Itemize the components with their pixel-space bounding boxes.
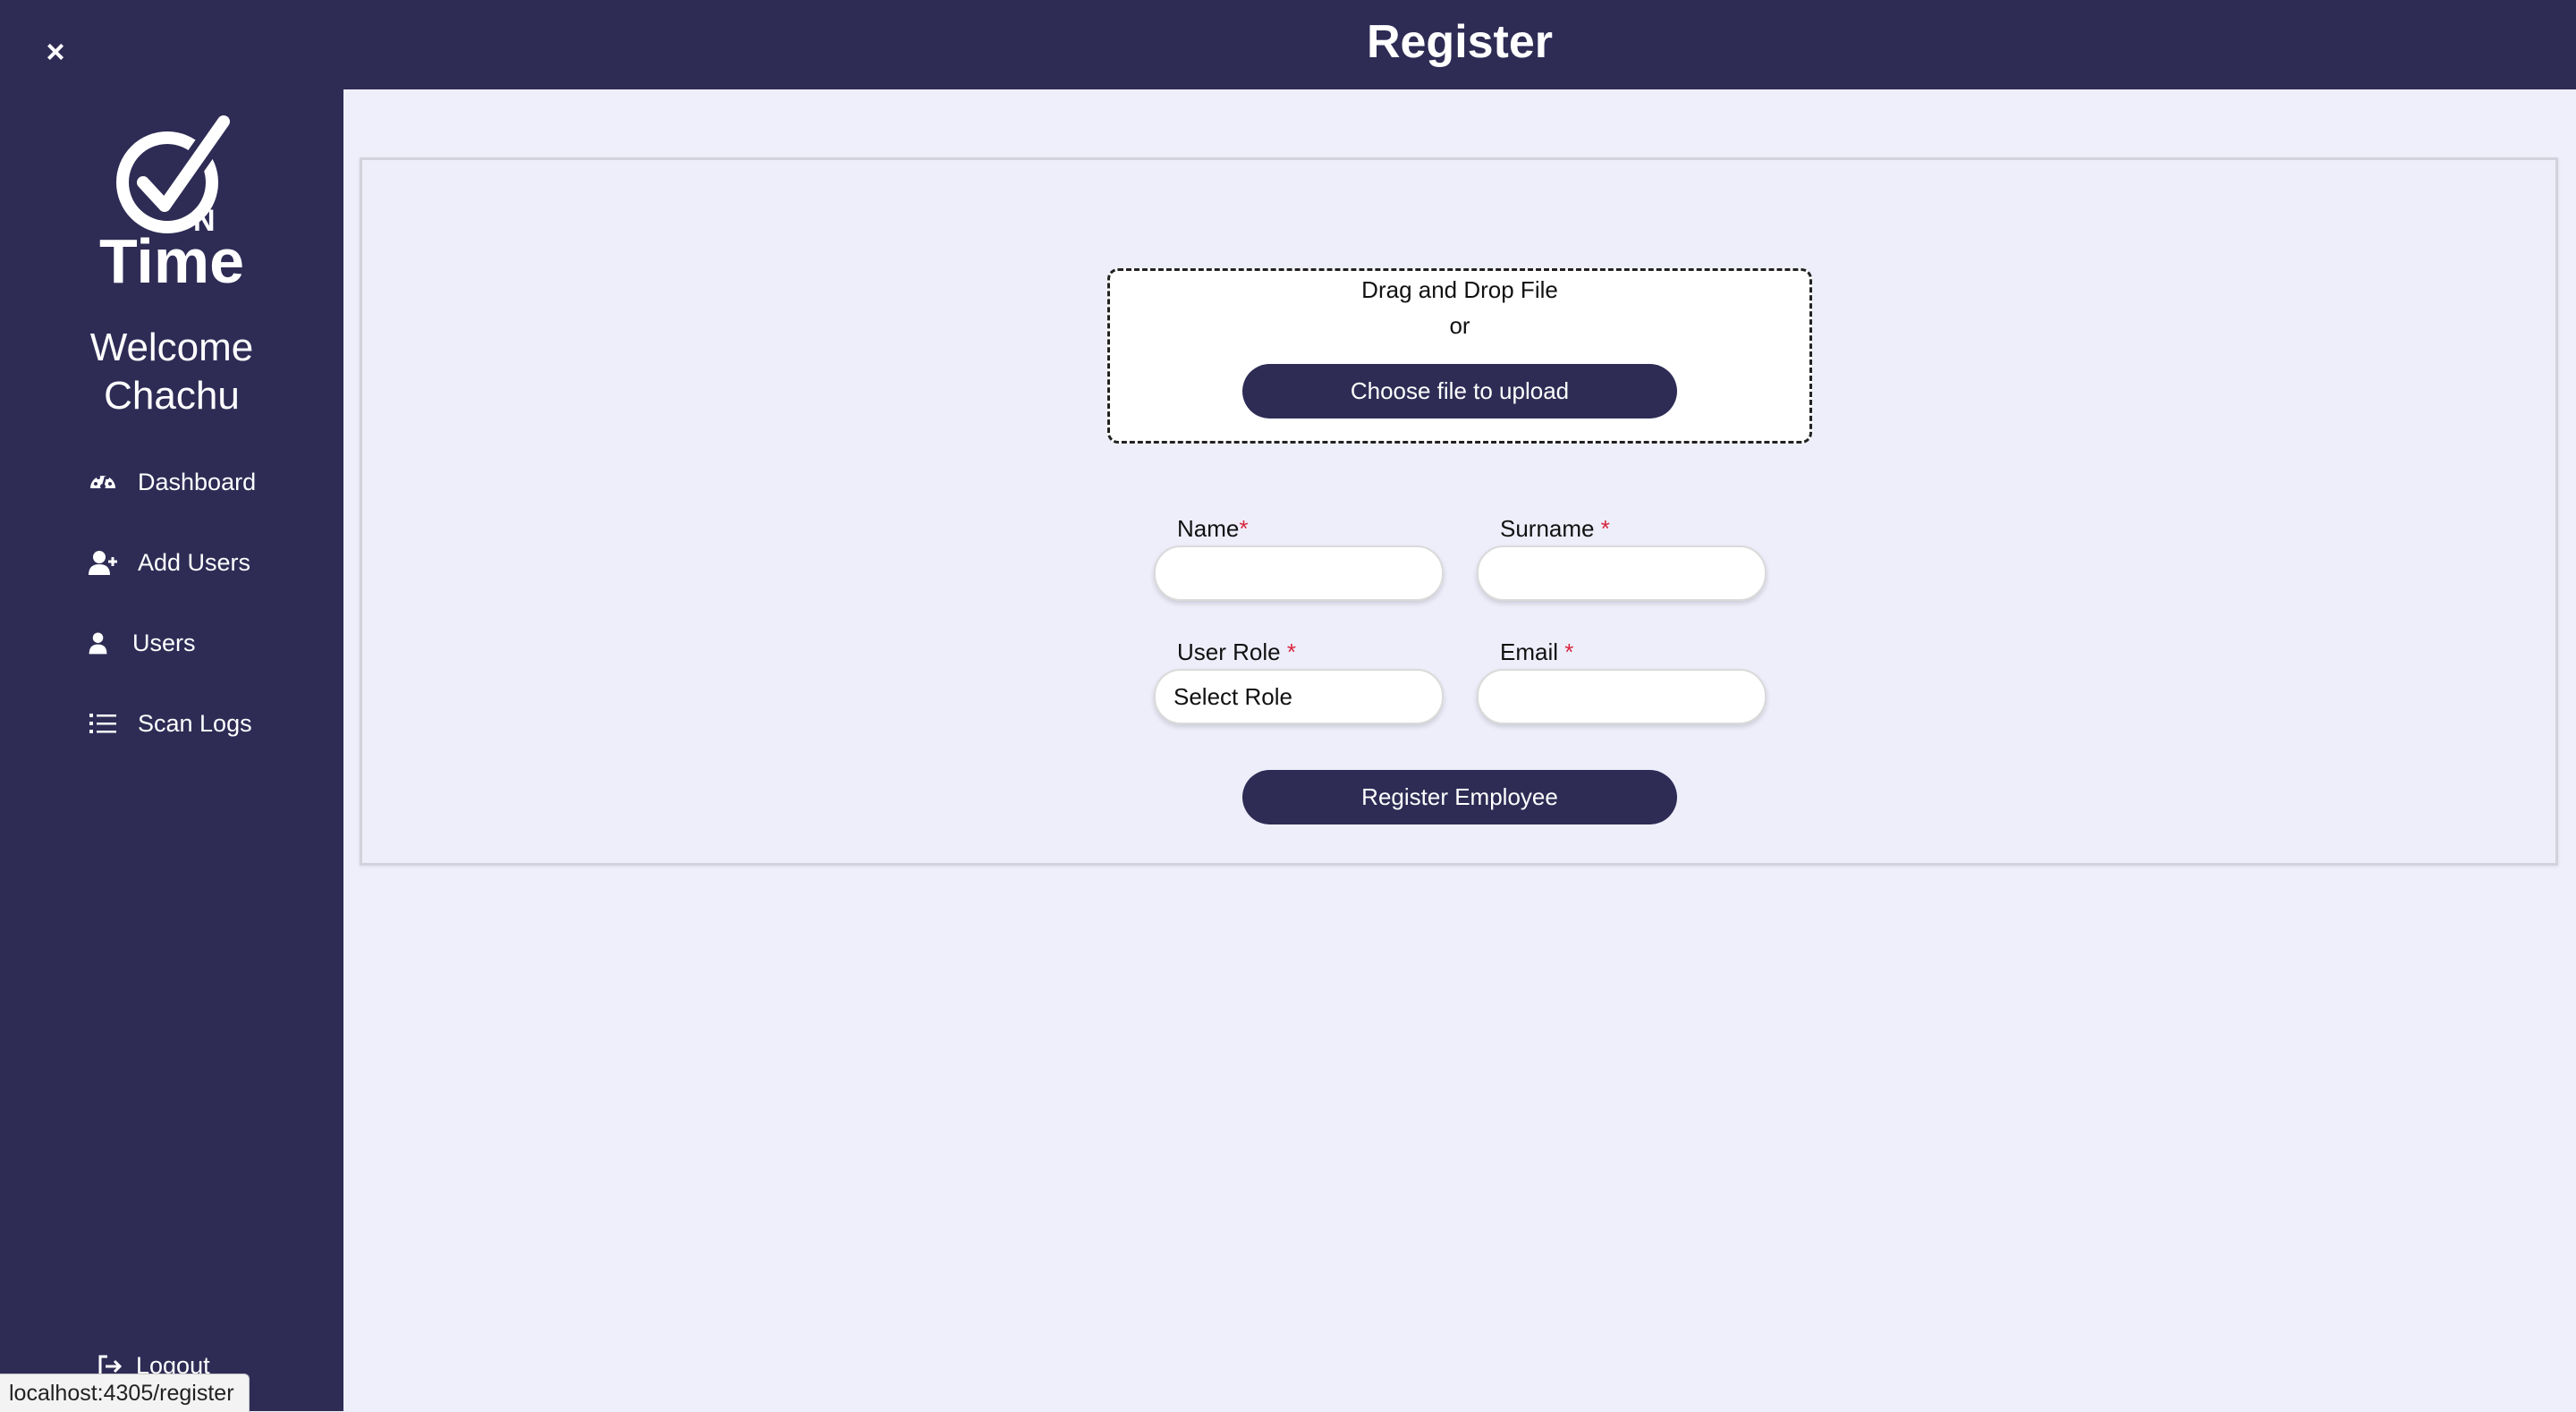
top-header: Register xyxy=(343,0,2576,89)
list-icon xyxy=(89,714,116,733)
email-label-text: Email xyxy=(1500,638,1559,665)
sidebar: × N Time Welcome Chachu Dashboard Add Us… xyxy=(0,0,343,1411)
sidebar-item-dashboard[interactable]: Dashboard xyxy=(88,460,256,504)
name-label-text: Name xyxy=(1177,515,1240,542)
user-name: Chachu xyxy=(104,374,240,418)
user-role-label-text: User Role xyxy=(1177,638,1281,665)
user-role-select[interactable]: Select Role xyxy=(1154,669,1444,724)
required-mark: * xyxy=(1600,515,1610,542)
surname-label-text: Surname xyxy=(1500,515,1595,542)
sidebar-item-label: Dashboard xyxy=(138,468,257,495)
user-plus-icon xyxy=(89,551,117,575)
close-icon: × xyxy=(46,33,65,70)
welcome-message: Welcome Chachu xyxy=(0,324,343,420)
sidebar-item-add-users[interactable]: Add Users xyxy=(88,540,250,585)
sidebar-item-scan-logs[interactable]: Scan Logs xyxy=(88,701,252,746)
status-bar-url: localhost:4305/register xyxy=(0,1374,250,1412)
sidebar-item-label: Scan Logs xyxy=(138,709,252,737)
choose-file-button[interactable]: Choose file to upload xyxy=(1242,364,1677,419)
drag-drop-text: Drag and Drop File xyxy=(1361,276,1558,303)
user-role-label: User Role * xyxy=(1177,638,1296,666)
email-input[interactable] xyxy=(1477,669,1767,724)
sidebar-item-users[interactable]: Users xyxy=(88,621,196,665)
welcome-line: Welcome xyxy=(89,326,254,369)
page-title: Register xyxy=(1366,16,1554,68)
app-logo: N Time xyxy=(82,109,261,296)
user-role-value: Select Role xyxy=(1174,682,1292,710)
email-label: Email * xyxy=(1500,638,1573,666)
sidebar-item-label: Add Users xyxy=(138,548,251,576)
logo-check-clock-icon: N Time xyxy=(99,109,244,296)
required-mark: * xyxy=(1239,515,1249,542)
surname-label: Surname * xyxy=(1500,515,1610,543)
surname-input[interactable] xyxy=(1477,545,1767,601)
close-sidebar-button[interactable]: × xyxy=(39,36,72,68)
name-label: Name* xyxy=(1177,515,1248,543)
name-input[interactable] xyxy=(1154,545,1444,601)
user-icon xyxy=(89,632,107,655)
required-mark: * xyxy=(1286,638,1296,665)
or-text: or xyxy=(1449,312,1470,339)
logo-text: Time xyxy=(99,226,244,292)
dashboard-gauge-icon xyxy=(90,476,115,489)
register-card xyxy=(360,157,2558,866)
sidebar-item-label: Users xyxy=(132,629,196,656)
required-mark: * xyxy=(1564,638,1574,665)
register-employee-button[interactable]: Register Employee xyxy=(1242,770,1677,824)
